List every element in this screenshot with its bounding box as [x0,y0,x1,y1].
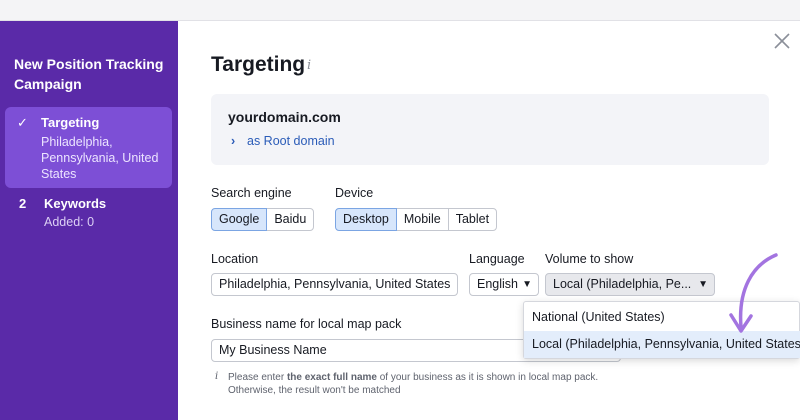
sidebar-step-keywords[interactable]: Keywords [44,196,106,211]
volume-select[interactable]: Local (Philadelphia, Pe... ▼ [545,273,715,296]
domain-card: yourdomain.com › as Root domain [211,94,769,165]
hint-text: Please enter [228,372,287,383]
language-select[interactable]: English ▼ [469,273,539,296]
business-name-label: Business name for local map pack [211,317,402,331]
top-bar [0,0,800,21]
sidebar-step-number: 2 [19,196,27,211]
location-label: Location [211,252,259,266]
sidebar: New Position Tracking Campaign ✓ Targeti… [0,21,178,420]
chevron-down-icon: ▼ [522,279,532,290]
device-toggle: Desktop Mobile Tablet [335,208,498,231]
sidebar-step-subtitle: Added: 0 [44,215,95,229]
business-name-hint: Please enter the exact full name of your… [228,371,648,397]
volume-value: Local (Philadelphia, Pe... [553,277,692,291]
info-icon: i [215,371,219,382]
root-domain-toggle[interactable]: › as Root domain [231,134,335,148]
sidebar-step-label: Targeting [41,115,100,130]
annotation-arrow-icon [729,253,778,333]
device-label: Device [335,186,374,200]
device-tablet[interactable]: Tablet [447,208,498,231]
root-domain-label: as Root domain [247,134,335,148]
location-input[interactable]: Philadelphia, Pennsylvania, United State… [211,273,458,296]
search-engine-label: Search engine [211,186,292,200]
domain-name: yourdomain.com [228,109,341,125]
hint-bold-text: the exact full name [286,372,377,383]
search-engine-toggle: Google Baidu [211,208,315,231]
language-label: Language [469,252,525,266]
hint-text: Otherwise, the result won't be matched [228,385,401,396]
page-title: Targeting [211,53,306,76]
close-icon[interactable] [772,31,792,51]
device-mobile[interactable]: Mobile [395,208,449,231]
search-engine-google[interactable]: Google [211,208,268,231]
sidebar-step-subtitle: Philadelphia, Pennsylvania, United State… [41,135,159,181]
device-desktop[interactable]: Desktop [335,208,397,231]
hint-text: of your business as it is shown in local… [376,372,599,383]
sidebar-step-targeting[interactable]: ✓ Targeting Philadelphia, Pennsylvania, … [5,107,172,188]
check-icon: ✓ [17,115,28,130]
info-icon[interactable]: i [307,58,311,73]
sidebar-title: New Position Tracking Campaign [14,56,164,92]
search-engine-baidu[interactable]: Baidu [266,208,315,231]
volume-label: Volume to show [545,252,634,266]
language-value: English [477,277,518,291]
chevron-right-icon: › [231,134,236,148]
